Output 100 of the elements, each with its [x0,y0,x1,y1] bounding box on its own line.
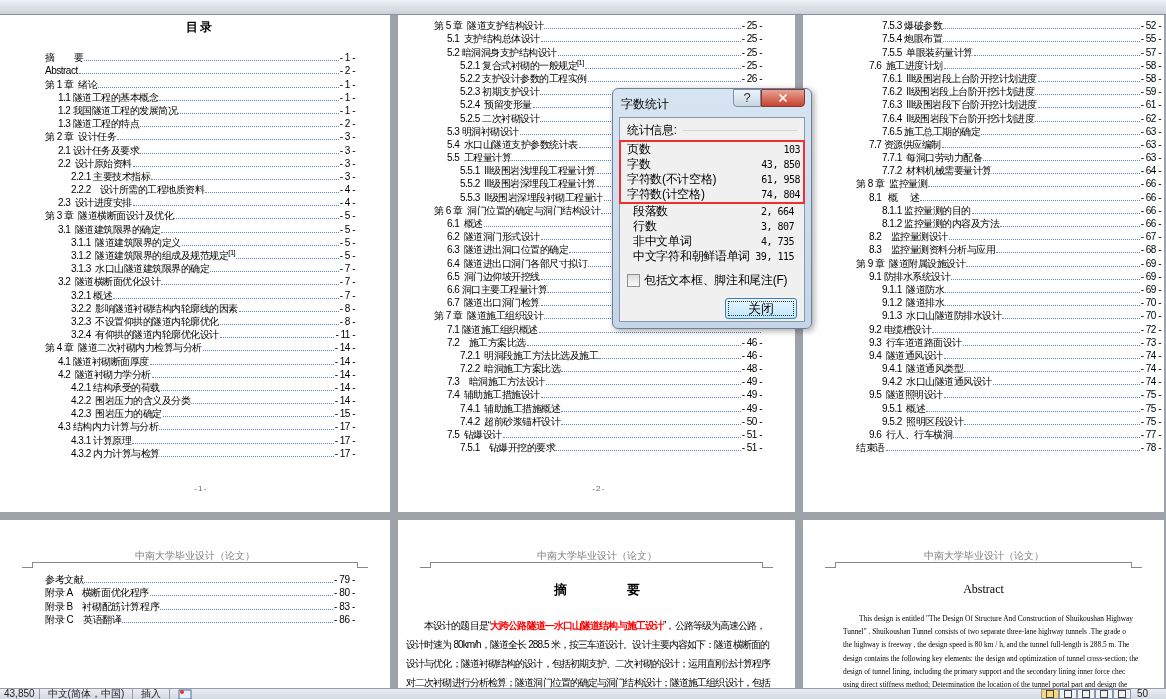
stat-label: 行数 [633,219,657,234]
language-status[interactable]: 中文(简体，中国) [39,689,134,699]
insert-mode-status[interactable]: 插入 [133,689,171,699]
toc-page-number: - 5 - [339,223,355,235]
zoom-level[interactable]: 50 [1136,689,1148,699]
toc-page-number: - 8 - [339,302,355,314]
toc-page-number: - 52 - [1140,20,1161,32]
toc-page-number: - 74 - [1140,376,1161,388]
stat-label: 段落数 [633,204,669,219]
toc-entry-title: 5.5.3 II级围岩深埋段衬砌工程量计 [460,191,603,203]
page-title: 目录 [186,20,214,34]
toc-entry-title: 6.1 概述 [447,218,483,229]
page-footer: - 2 - [592,483,604,495]
toc-page-number: - 58 - [1140,59,1161,71]
toc-entry-title: 4.2.1 结构承受的荷载 [71,381,160,393]
toc-entry-title: 3.1.3 水口山隧道建筑限界的确定 [71,263,210,275]
toc-page-number: - 2 - [339,65,355,77]
view-button[interactable] [1040,689,1059,699]
toc-entry-title: 7.5 钻爆设计 [447,429,502,440]
toc-page-number: - 7 - [339,263,355,275]
close-dialog-button[interactable]: 关闭 [725,298,797,319]
toc-entry-title: 7.4.1 辅助施工措施概述 [460,402,561,414]
stat-label: 非中文单词 [633,234,692,249]
toc-entry-title: 8.1 概 述 [869,191,919,203]
toc-entry-title: 第 8 章 监控量测 [856,178,928,190]
help-button[interactable]: ? [733,89,761,107]
view-button[interactable] [1076,689,1095,699]
toc-entry-title: 9.4 隧道通风设计 [869,349,943,361]
toc-entry-title: 3.2 隧道横断面优化设计 [58,276,161,288]
toc-entry-title: 7.2.2 暗洞施工方案比选 [460,363,561,375]
toc-entry-title: 3.1 隧道建筑限界的确定 [58,223,161,235]
stat-value: 61, 958 [761,173,800,187]
toc-entry-title: 5.1 支护结构总体设计 [447,33,540,45]
stat-label: 字符数(不计空格) [627,172,717,187]
page-header: 中南大学毕业设计（论文） [135,550,255,562]
toc-entry-title: 7.3 暗洞施工方法设计 [447,376,545,388]
toc-entry-title: 7.6.4 II级围岩段下台阶开挖计划进度 [882,112,1035,124]
toc-page-number: - 74 - [1140,363,1161,375]
toc-entry-title: 2.3 设计进度安排 [58,197,132,209]
toc-entry-title: 8.1.2 监控量测的内容及方法 [882,218,1000,229]
toc-page-number: - 66 - [1140,218,1161,229]
toc-page-number: - 49 - [741,389,762,401]
toc-entry-title: 3.1.2 隧道建筑限界的组成及规范规定$^{[1]}$ [71,250,236,261]
toc-page-number: - 46 - [741,336,762,348]
toc-page-number: - 61 - [1140,99,1161,111]
toc-page-number: - 80 - [334,587,355,599]
toc-entry-title: 7.7 资源供应编制 [869,138,941,150]
toc-entry-title: 7.4.2 超前砂浆锚杆设计 [460,415,561,427]
toc-page-number: - 25 - [741,46,762,58]
view-button[interactable] [1058,689,1077,699]
toc-page-number: - 2 - [339,118,355,130]
word-count-status[interactable]: 43,850 [0,689,40,699]
toc-page-number: - 63 - [1140,125,1161,137]
close-icon [777,92,789,104]
macro-record-icon[interactable] [178,689,193,699]
toc-page-number: - 3 - [339,131,355,143]
toc-entry-title: 5.2.3 初期支护设计 [460,86,540,98]
toc-entry-title: 2.1 设计任务及要求 [58,144,140,156]
toc-page-number: - 68 - [1140,244,1161,256]
toc-entry-title: 6.2 隧道洞门形式设计 [447,231,540,243]
toc-entry-title: 7.6.2 II级围岩段上台阶开挖计划进度 [882,86,1035,98]
page-footer: - 1 - [194,483,206,495]
toc-page-number: - 75 - [1140,415,1161,427]
toc-page-number: - 51 - [741,429,762,440]
toc-entry-title: 7.6 施工进度计划 [869,59,943,71]
toc-entry-title: 7.6.3 III级围岩段下台阶开挖计划进度 [882,99,1037,111]
toc-entry-title: 第 1 章 绪论 [45,78,98,90]
toc-page-number: - 11 - [335,329,355,341]
toc-entry-title: 3.2.3 不设置仰拱的隧道内轮廓优化 [71,315,219,327]
toc-page-number: - 66 - [1140,191,1161,203]
toc-page-number: - 17 - [334,421,355,433]
checkbox[interactable] [627,273,640,287]
toc-entry-title: 7.7.2 材料机械需要量计算 [882,165,992,177]
toc-entry-title: 9.1.3 水口山隧道防排水设计 [882,310,1002,322]
toc-entry-title: 5.5.2 III级围岩深埋段工程量计算 [460,178,596,190]
view-button[interactable] [1094,689,1113,699]
stat-value: 43, 850 [761,158,800,172]
toc-entry-title: 2.2.2 设计所需的工程地质资料 [71,184,205,196]
toc-page-number: - 49 - [741,376,762,388]
toc-entry-title: 6.5 洞门边仰坡开挖线 [447,270,540,282]
toc-entry-title: 第 7 章 隧道施工组织设计 [434,310,544,322]
toc-page-number: - 67 - [1140,231,1161,243]
toc-page-number: - 46 - [741,349,762,361]
toc-entry-title: 6.3 隧道进出洞口位置的确定 [447,244,569,256]
toc-entry-title: 5.2 暗洞洞身支护结构设计 [447,46,557,58]
close-button[interactable] [761,89,805,107]
toc-page-number: - 69 - [1140,257,1161,269]
stat-value: 39, 115 [755,250,794,264]
toc-entry-title: 第 4 章 隧道二次衬砌内力检算与分析 [45,342,202,354]
toc-entry-title: 参考文献 [45,574,84,586]
toc-page-number: - 75 - [1140,389,1161,401]
toc-page-number: - 55 - [1140,33,1161,45]
toc-entry-title: 附录 C 英语翻译 [45,613,122,625]
toc-entry-title: 7.5.1 钻爆开挖的要求 [460,442,556,454]
view-button[interactable] [1112,689,1131,699]
toc-entry-title: 7.2 施工方案比选 [447,336,526,348]
toc-page-number: - 14 - [334,395,355,407]
toc-page-number: - 1 - [339,78,355,90]
toc-page-number: - 58 - [1140,72,1161,84]
toc-page-number: - 17 - [334,434,355,446]
